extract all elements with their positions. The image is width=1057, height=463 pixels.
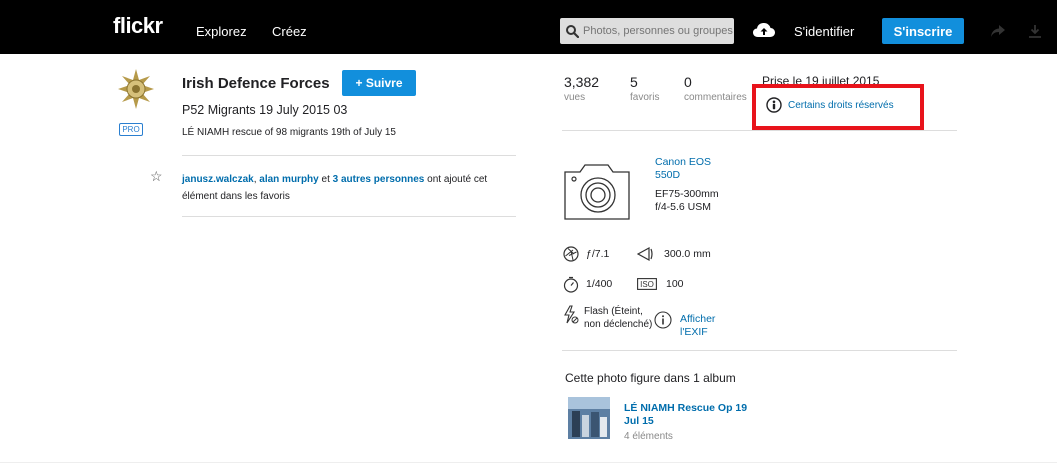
flickr-logo[interactable]: flickr — [113, 13, 163, 39]
info-icon — [654, 311, 672, 329]
album-item-count: 4 éléments — [624, 431, 673, 442]
divider — [182, 155, 516, 156]
faves-label: favoris — [630, 92, 660, 103]
album-name-link[interactable]: LÉ NIAMH Rescue Op 19 Jul 15 — [624, 402, 754, 428]
focal-length-icon — [637, 246, 653, 262]
highlight-box — [752, 84, 924, 130]
owner-name[interactable]: Irish Defence Forces — [182, 75, 330, 92]
divider — [562, 130, 957, 131]
iso-icon: ISO — [637, 278, 657, 290]
follow-button[interactable]: + Suivre — [342, 70, 416, 96]
camera-icon — [564, 164, 630, 220]
pro-badge: PRO — [119, 123, 143, 136]
nav-create[interactable]: Créez — [272, 24, 307, 39]
divider — [182, 216, 516, 217]
focal-length-value: 300.0 mm — [664, 248, 711, 260]
comments-label: commentaires — [684, 92, 747, 103]
flash-icon — [564, 305, 579, 324]
iso-value: 100 — [666, 278, 684, 290]
svg-text:ISO: ISO — [640, 280, 654, 289]
fave-separator: et — [318, 174, 333, 185]
signin-link[interactable]: S'identifier — [794, 24, 854, 39]
photo-description: LÉ NIAMH rescue of 98 migrants 19th of J… — [182, 127, 396, 138]
search-icon — [566, 24, 579, 38]
fave-others-link[interactable]: 3 autres personnes — [333, 174, 425, 185]
star-icon[interactable]: ☆ — [150, 168, 163, 185]
top-navigation-bar: flickr Explorez Créez S'identifier S'ins… — [0, 0, 1057, 54]
aperture-icon — [563, 246, 579, 262]
views-count: 3,382 — [564, 74, 600, 90]
shutter-speed-value: 1/400 — [586, 278, 613, 290]
search-box[interactable] — [560, 18, 734, 44]
search-input[interactable] — [583, 25, 733, 37]
album-thumbnail[interactable] — [568, 397, 610, 439]
owner-avatar[interactable] — [117, 68, 155, 110]
camera-lens: EF75-300mm f/4-5.6 USM — [655, 188, 719, 213]
photo-title: P52 Migrants 19 July 2015 03 — [182, 103, 348, 117]
fave-user-link[interactable]: janusz.walczak — [182, 174, 254, 185]
views-label: vues — [564, 92, 586, 103]
shutter-speed-icon — [563, 276, 579, 293]
camera-model-link[interactable]: Canon EOS 550D — [655, 156, 715, 182]
nav-explore[interactable]: Explorez — [196, 24, 247, 39]
comments-count: 0 — [684, 74, 692, 90]
faves-count: 5 — [630, 74, 638, 90]
flash-value: Flash (Éteint, non déclenché) — [584, 306, 653, 330]
favorites-summary: janusz.walczak, alan murphy et 3 autres … — [182, 171, 512, 205]
album-heading: Cette photo figure dans 1 album — [565, 371, 736, 385]
show-exif-link[interactable]: Afficher l'EXIF — [680, 313, 740, 339]
aperture-value: ƒ/7.1 — [586, 248, 610, 260]
signup-button[interactable]: S'inscrire — [882, 18, 964, 44]
share-icon[interactable] — [990, 24, 1006, 38]
download-icon[interactable] — [1028, 24, 1042, 38]
divider — [562, 350, 957, 351]
upload-cloud-icon[interactable] — [752, 22, 776, 38]
fave-user-link[interactable]: alan murphy — [259, 174, 318, 185]
